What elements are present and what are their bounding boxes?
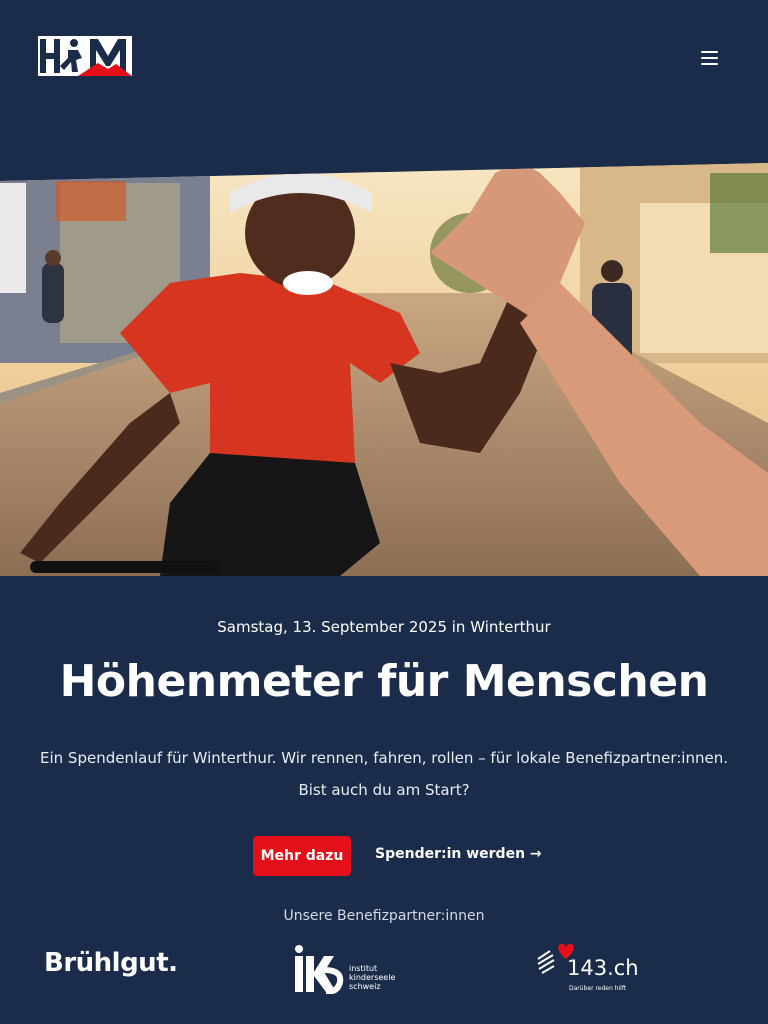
partner-logo-bruehlgut[interactable]: Brühlgut. bbox=[44, 948, 178, 978]
hero-image bbox=[0, 163, 768, 576]
more-info-button[interactable]: Mehr dazu bbox=[253, 836, 351, 876]
partner-name: 143.ch bbox=[567, 956, 639, 980]
logo-text: HFM bbox=[132, 36, 133, 37]
event-date: Samstag, 13. September 2025 in Winterthu… bbox=[217, 618, 551, 636]
intro-line-2: Bist auch du am Start? bbox=[298, 781, 470, 799]
iks-line-1: institut bbox=[349, 964, 378, 973]
site-logo[interactable]: HFM bbox=[38, 36, 132, 76]
event-intro: Ein Spendenlauf für Winterthur. Wir renn… bbox=[40, 742, 728, 806]
intro-line-1: Ein Spendenlauf für Winterthur. Wir renn… bbox=[40, 749, 728, 767]
partner-name: Brühlgut. bbox=[44, 948, 178, 978]
iks-logo-icon bbox=[295, 945, 344, 995]
partners-heading: Unsere Benefizpartner:innen bbox=[283, 908, 485, 924]
become-donor-link[interactable]: Spender:in werden → bbox=[375, 846, 542, 862]
iks-line-3: schweiz bbox=[349, 982, 381, 991]
iks-line-2: kinderseele bbox=[349, 973, 396, 982]
site-header: HFM bbox=[0, 0, 768, 120]
page-title: Höhenmeter für Menschen bbox=[59, 656, 709, 707]
partner-logo-143ch[interactable]: 143.ch Darüber reden hilft bbox=[536, 943, 639, 995]
hamburger-menu-icon[interactable] bbox=[696, 46, 724, 70]
partner-logo-iks[interactable]: institut kinderseele schweiz bbox=[294, 944, 404, 995]
iks-wordmark: institut kinderseele schweiz bbox=[349, 964, 395, 991]
partner-tagline: Darüber reden hilft bbox=[569, 985, 627, 992]
